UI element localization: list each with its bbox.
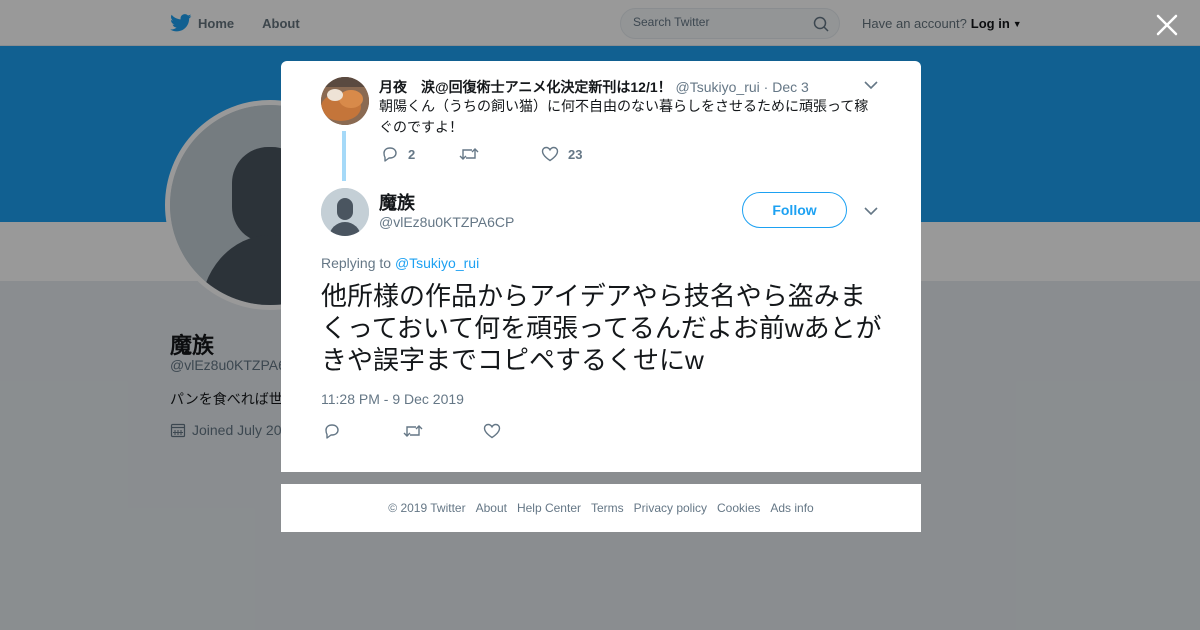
main-tweet-timestamp[interactable]: 11:28 PM - 9 Dec 2019 (321, 391, 464, 407)
replying-to: Replying to @Tsukiyo_rui (321, 255, 479, 271)
reply-button[interactable] (323, 423, 403, 439)
footer: © 2019 Twitter About Help Center Terms P… (281, 484, 921, 532)
footer-terms-link[interactable]: Terms (591, 501, 624, 515)
heart-icon (541, 146, 559, 162)
footer-help-link[interactable]: Help Center (517, 501, 581, 515)
replying-handle-link[interactable]: @Tsukiyo_rui (395, 255, 479, 271)
parent-tweet-header: 月夜 涙@回復術士アニメ化決定新刊は12/1！ @Tsukiyo_rui · D… (379, 77, 859, 97)
main-tweet-text: 他所様の作品からアイデアやら技名やら盗みまくっておいて何を頑張ってるんだよお前w… (321, 281, 882, 375)
chevron-down-icon[interactable] (864, 80, 878, 90)
parent-tweet-text: 朝陽くん（うちの飼い猫）に何不自由のない暮らしをさせるために頑張って稼ぐのですよ… (379, 98, 869, 135)
replying-label: Replying to (321, 255, 392, 271)
footer-cookies-link[interactable]: Cookies (717, 501, 760, 515)
parent-tweet-date[interactable]: Dec 3 (772, 79, 809, 95)
default-avatar-icon (321, 188, 369, 236)
footer-privacy-link[interactable]: Privacy policy (634, 501, 707, 515)
like-count: 23 (568, 146, 583, 162)
retweet-icon (403, 425, 423, 437)
parent-author-name[interactable]: 月夜 涙@回復術士アニメ化決定新刊は12/1！ (379, 79, 672, 95)
heart-icon (483, 423, 501, 439)
retweet-button[interactable] (403, 423, 483, 439)
tweet-modal: 月夜 涙@回復術士アニメ化決定新刊は12/1！ @Tsukiyo_rui · D… (281, 61, 921, 472)
reply-count: 2 (408, 146, 416, 162)
like-button[interactable] (483, 423, 501, 439)
retweet-button[interactable] (459, 146, 541, 162)
footer-copyright: © 2019 Twitter (388, 501, 466, 515)
parent-avatar[interactable] (321, 77, 369, 125)
reply-icon (383, 147, 397, 162)
like-button[interactable]: 23 (541, 146, 582, 162)
close-icon[interactable] (1154, 12, 1180, 38)
main-author-name[interactable]: 魔族 (379, 189, 415, 215)
main-tweet-actions (323, 423, 501, 439)
parent-author-handle[interactable]: @Tsukiyo_rui (676, 79, 760, 95)
footer-ads-link[interactable]: Ads info (770, 501, 813, 515)
reply-icon (325, 424, 339, 439)
main-author-avatar[interactable] (321, 188, 369, 236)
cat-photo-avatar (321, 77, 369, 125)
footer-about-link[interactable]: About (476, 501, 507, 515)
reply-button[interactable]: 2 (381, 146, 459, 162)
retweet-icon (459, 148, 479, 160)
parent-tweet-actions: 2 23 (381, 146, 582, 162)
chevron-down-icon[interactable] (864, 206, 878, 216)
main-author-handle[interactable]: @vlEz8u0KTZPA6CP (379, 214, 514, 230)
thread-line (342, 131, 346, 181)
follow-button[interactable]: Follow (742, 192, 847, 228)
separator-dot: · (763, 79, 769, 95)
